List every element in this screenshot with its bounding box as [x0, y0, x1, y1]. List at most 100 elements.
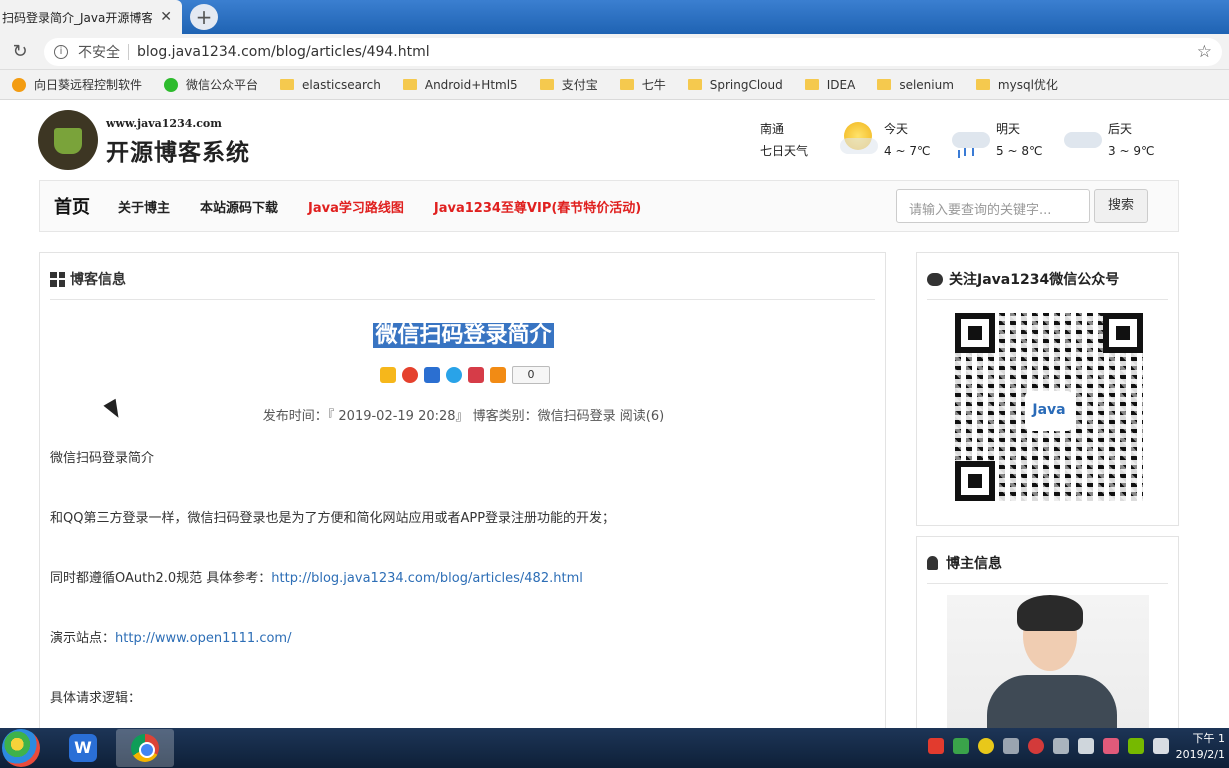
weather-temp: 4 ~ 7℃ [884, 144, 931, 158]
bookmark-label: 支付宝 [561, 78, 598, 92]
nvidia-icon[interactable] [1128, 738, 1144, 754]
omnibox[interactable]: i 不安全 blog.java1234.com/blog/articles/49… [44, 38, 1222, 66]
tab-title: 扫码登录简介_Java开源博客 [2, 10, 152, 25]
author-panel: 博主信息 [916, 536, 1179, 728]
bookmark-folder[interactable]: 支付宝 [539, 76, 598, 93]
search-input[interactable]: 请输入要查询的关键字... [896, 189, 1090, 223]
bookmark-star-icon[interactable]: ☆ [1197, 42, 1212, 62]
nav-source-download[interactable]: 本站源码下载 [200, 197, 278, 216]
sogou-icon[interactable] [928, 738, 944, 754]
bookmark-label: 七牛 [641, 78, 666, 92]
weather-day-label: 后天 [1108, 122, 1133, 136]
bookmark-label: selenium [899, 77, 954, 92]
sunflower-icon [12, 77, 26, 92]
article-title[interactable]: 微信扫码登录简介 [373, 323, 554, 348]
url-text[interactable]: blog.java1234.com/blog/articles/494.html [137, 44, 430, 60]
divider [927, 299, 1168, 300]
reload-icon[interactable]: ↻ [0, 41, 40, 62]
bookmark-folder[interactable]: elasticsearch [280, 78, 381, 92]
tencent-weibo-share-icon[interactable] [446, 367, 462, 383]
weather-temp: 3 ~ 9℃ [1108, 144, 1155, 158]
weather-widget: 南通 七日天气 今天 4 ~ 7℃ 明天 5 ~ 8℃ 后天 3 ~ 9℃ [760, 118, 1174, 162]
browser-tab-strip: 扫码登录简介_Java开源博客 ✕ + [0, 0, 1229, 34]
chrome-taskbar-app[interactable] [116, 729, 174, 767]
network-icon[interactable] [1078, 738, 1094, 754]
nav-vip[interactable]: Java1234至尊VIP(春节特价活动) [434, 197, 641, 216]
panel-header: 关注Java1234微信公众号 [927, 269, 1119, 289]
demo-site-link[interactable]: http://www.open1111.com/ [115, 631, 291, 646]
bookmark-folder[interactable]: Android+Html5 [402, 78, 518, 92]
rain-icon [950, 118, 990, 158]
system-tray [919, 738, 1169, 754]
more-share-icon[interactable] [490, 367, 506, 383]
qr-center-logo: Java [1025, 391, 1073, 431]
usb-icon[interactable] [1053, 738, 1069, 754]
bookmark-label: mysql优化 [997, 78, 1058, 92]
article-meta: 发布时间：『 2019-02-19 20:28』 博客类别：微信扫码登录 阅读(… [262, 409, 665, 424]
insecure-label: 不安全 [78, 45, 120, 61]
site-navbar: 首页 关于博主 本站源码下载 Java学习路线图 Java1234至尊VIP(春… [39, 180, 1179, 232]
search-button[interactable]: 搜索 [1094, 189, 1148, 223]
article-paragraph: 和QQ第三方登录一样，微信扫码登录也是为了方便和简化网站应用或者APP登录注册功… [50, 511, 616, 526]
wechat-qr-panel: 关注Java1234微信公众号 Java [916, 252, 1179, 526]
folder-icon [539, 79, 554, 90]
new-tab-button[interactable]: + [190, 4, 218, 30]
sunny-icon [838, 118, 878, 158]
folder-icon [402, 79, 417, 90]
nav-home[interactable]: 首页 [54, 193, 90, 219]
bookmark-folder[interactable]: selenium [877, 78, 954, 92]
app-tray-icon[interactable] [1028, 738, 1044, 754]
logo-cup-icon [38, 110, 98, 170]
share-count: 0 [512, 366, 550, 384]
folder-icon [619, 79, 634, 90]
logo-url: www.java1234.com [106, 117, 222, 130]
douban-share-icon[interactable] [468, 367, 484, 383]
360-icon[interactable] [978, 738, 994, 754]
site-logo[interactable]: www.java1234.com 开源博客系统 [38, 108, 268, 172]
weibo-share-icon[interactable] [402, 367, 418, 383]
clock-time: 下午 1 [1192, 732, 1226, 745]
divider [50, 299, 875, 300]
bookmark-label: SpringCloud [709, 77, 783, 92]
weather-temp: 5 ~ 8℃ [996, 144, 1043, 158]
weather-day: 明天 5 ~ 8℃ [950, 118, 1062, 162]
info-icon[interactable]: i [54, 45, 68, 59]
weather-day: 今天 4 ~ 7℃ [838, 118, 950, 162]
bookmark-item[interactable]: 微信公众平台 [164, 76, 258, 93]
bookmark-folder[interactable]: 七牛 [619, 76, 666, 93]
flower-icon[interactable] [1103, 738, 1119, 754]
renren-share-icon[interactable] [424, 367, 440, 383]
weather-day-label: 今天 [884, 122, 909, 136]
bookmark-folder[interactable]: SpringCloud [687, 77, 783, 92]
bookmarks-bar: 向日葵远程控制软件 微信公众平台 elasticsearch Android+H… [0, 70, 1229, 100]
bookmark-label: IDEA [826, 77, 856, 92]
grid-icon [50, 271, 65, 287]
article-paragraph: 同时都遵循OAuth2.0规范 具体参考：http://blog.java123… [50, 567, 583, 586]
weather-day-label: 明天 [996, 122, 1021, 136]
folder-icon [280, 79, 295, 90]
weather-subtitle[interactable]: 七日天气 [760, 140, 838, 162]
panel-header: 博主信息 [927, 553, 1002, 573]
panel-header: 博客信息 [50, 269, 126, 289]
device-icon[interactable] [1003, 738, 1019, 754]
reference-link[interactable]: http://blog.java1234.com/blog/articles/4… [271, 571, 583, 586]
paragraph-text: 同时都遵循OAuth2.0规范 具体参考： [50, 571, 272, 586]
bookmark-folder[interactable]: IDEA [804, 77, 856, 92]
qzone-share-icon[interactable] [380, 367, 396, 383]
nav-java-roadmap[interactable]: Java学习路线图 [308, 197, 404, 216]
weather-city: 南通 [760, 122, 785, 136]
cloudy-icon [1062, 118, 1102, 158]
panel-title: 博客信息 [70, 272, 126, 288]
bookmark-folder[interactable]: mysql优化 [975, 76, 1058, 93]
bookmark-item[interactable]: 向日葵远程控制软件 [12, 76, 142, 93]
nav-about[interactable]: 关于博主 [118, 197, 170, 216]
wps-taskbar-app[interactable]: W [54, 729, 112, 767]
volume-icon[interactable] [1153, 738, 1169, 754]
security-shield-icon[interactable] [953, 738, 969, 754]
bookmark-label: 微信公众平台 [186, 78, 259, 92]
start-button-icon[interactable] [2, 729, 40, 767]
browser-tab[interactable]: 扫码登录简介_Java开源博客 ✕ [0, 0, 182, 34]
close-icon[interactable]: ✕ [160, 9, 172, 25]
system-clock[interactable]: 下午 1 2019/2/1 [1176, 731, 1225, 763]
wechat-icon [927, 272, 943, 286]
